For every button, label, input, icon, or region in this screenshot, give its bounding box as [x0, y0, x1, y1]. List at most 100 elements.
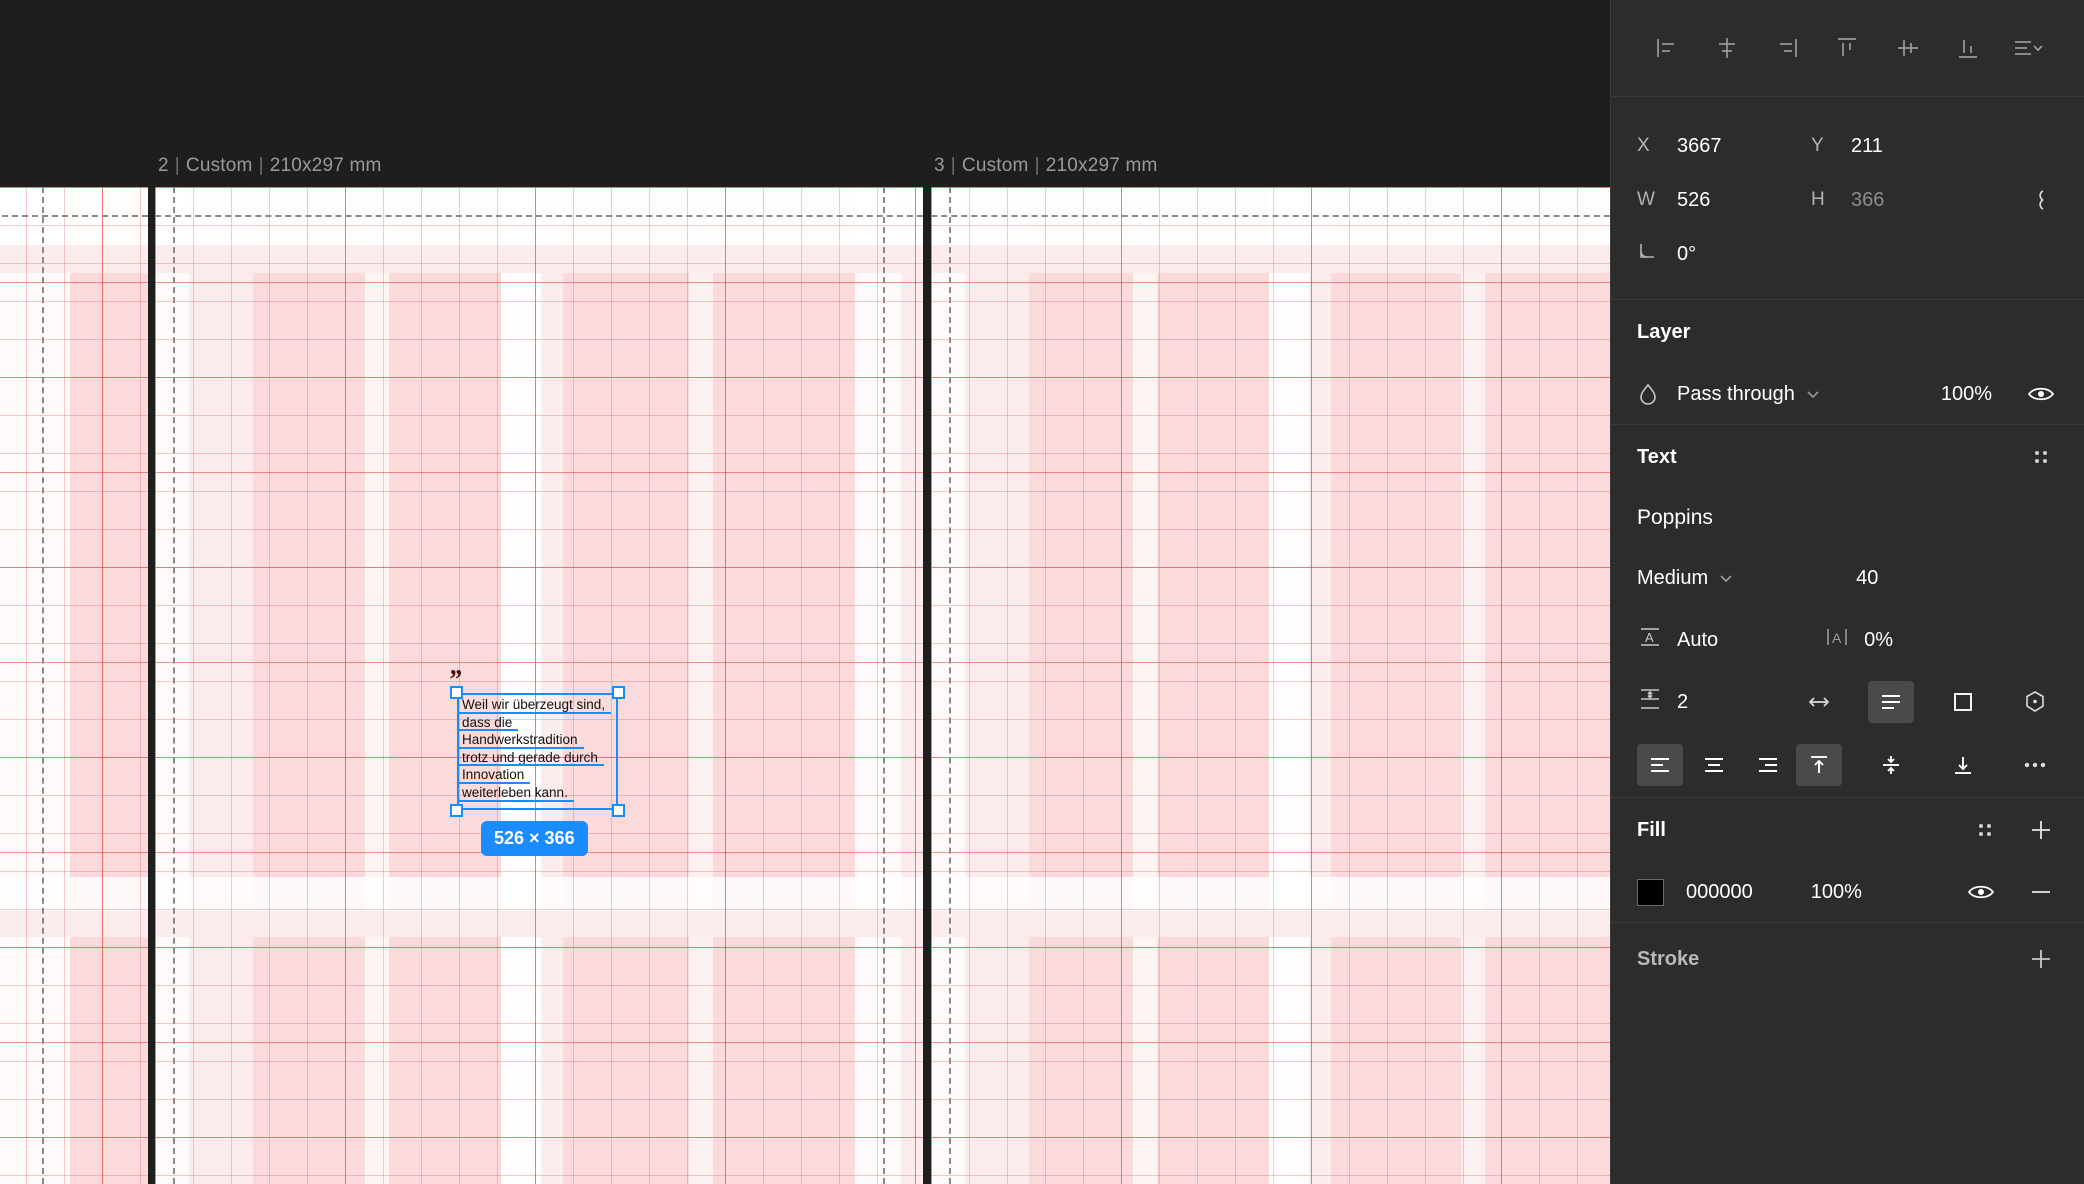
- stroke-section: Stroke: [1611, 923, 2084, 995]
- page-frame-3[interactable]: [931, 187, 1610, 1184]
- text-valign-top-icon[interactable]: [1796, 744, 1842, 786]
- add-stroke-icon[interactable]: [2024, 942, 2058, 976]
- paragraph-spacing-value: 2: [1677, 691, 1688, 714]
- line-height-field[interactable]: A Auto: [1637, 624, 1718, 656]
- add-fill-icon[interactable]: [2024, 813, 2058, 847]
- position-row: X 3667 Y 211: [1611, 119, 2084, 173]
- design-canvas[interactable]: PM EMONITORING: [0, 0, 1610, 1184]
- text-section: Text Poppins Medium: [1611, 425, 2084, 798]
- layer-header: Layer: [1611, 300, 2084, 364]
- page-label-3[interactable]: 3|Custom|210x297 mm: [934, 155, 1158, 177]
- y-field[interactable]: Y 211: [1811, 135, 1985, 158]
- fill-styles-icon[interactable]: [1968, 813, 2002, 847]
- svg-text:A: A: [1645, 630, 1654, 645]
- text-line: Weil wir überzeugt sind,: [462, 696, 605, 714]
- svg-text:A: A: [1832, 630, 1842, 646]
- chevron-down-icon[interactable]: [1718, 570, 1734, 586]
- height-field[interactable]: H 366: [1811, 189, 1985, 212]
- page-artwork: [931, 187, 1610, 1184]
- rotation-field[interactable]: 0°: [1637, 240, 1811, 268]
- align-top-icon[interactable]: [1817, 25, 1877, 71]
- page-label-2[interactable]: 2|Custom|210x297 mm: [158, 155, 382, 177]
- remove-fill-icon[interactable]: [2024, 875, 2058, 909]
- page-number: 2: [158, 155, 169, 176]
- line-height-row: A Auto A 0%: [1611, 609, 2084, 671]
- page-frame-2[interactable]: [155, 187, 923, 1184]
- resize-handle-top-left[interactable]: [450, 686, 463, 699]
- width-label: W: [1637, 189, 1677, 211]
- resize-auto-width-icon[interactable]: [1796, 681, 1842, 723]
- alignment-section: [1611, 0, 2084, 97]
- text-type-settings-icon[interactable]: [2012, 681, 2058, 723]
- align-vertical-centers-icon[interactable]: [1878, 25, 1938, 71]
- selected-text-layer[interactable]: Weil wir überzeugt sind, dass die Handwe…: [457, 693, 618, 810]
- align-horizontal-centers-icon[interactable]: [1697, 25, 1757, 71]
- alignment-toolbar: [1611, 0, 2084, 96]
- x-value: 3667: [1677, 135, 1722, 158]
- text-styles-icon[interactable]: [2024, 440, 2058, 474]
- x-field[interactable]: X 3667: [1637, 135, 1811, 158]
- line-height-icon: A: [1637, 624, 1663, 656]
- text-alignment-row: [1611, 733, 2084, 797]
- width-field[interactable]: W 526: [1637, 189, 1811, 212]
- resize-handle-bottom-right[interactable]: [612, 804, 625, 817]
- fill-color-swatch[interactable]: [1637, 879, 1664, 906]
- fill-opacity-value[interactable]: 100%: [1811, 881, 1862, 904]
- font-weight-value[interactable]: Medium: [1637, 567, 1708, 590]
- font-size-value[interactable]: 40: [1856, 567, 1878, 590]
- height-value: 366: [1851, 189, 1884, 212]
- resize-handle-bottom-left[interactable]: [450, 804, 463, 817]
- text-more-options-icon[interactable]: [2012, 744, 2058, 786]
- page-number: 3: [934, 155, 945, 176]
- paragraph-spacing-field[interactable]: 2: [1637, 686, 1688, 718]
- eye-icon[interactable]: [2024, 377, 2058, 411]
- fill-header: Fill: [1611, 798, 2084, 862]
- resize-handle-top-right[interactable]: [612, 686, 625, 699]
- text-valign-middle-icon[interactable]: [1868, 744, 1914, 786]
- letter-spacing-icon: A: [1824, 624, 1850, 656]
- eye-icon[interactable]: [1964, 875, 1998, 909]
- properties-panel: X 3667 Y 211 W 526 H 366: [1610, 0, 2084, 1184]
- blend-mode-value[interactable]: Pass through: [1677, 383, 1795, 406]
- text-valign-bottom-icon[interactable]: [1940, 744, 1986, 786]
- page-dimensions: 210x297 mm: [1046, 155, 1158, 176]
- text-content[interactable]: Weil wir überzeugt sind, dass die Handwe…: [462, 696, 637, 802]
- geometry-section: X 3667 Y 211 W 526 H 366: [1611, 97, 2084, 300]
- layer-section: Layer Pass through 100%: [1611, 300, 2084, 425]
- constrain-proportions-icon[interactable]: [2024, 183, 2058, 217]
- font-family-field[interactable]: Poppins: [1611, 489, 2084, 547]
- layer-blend-row: Pass through 100%: [1611, 364, 2084, 424]
- stroke-header: Stroke: [1611, 923, 2084, 995]
- distribute-menu-icon[interactable]: [1998, 25, 2058, 71]
- text-align-center-icon[interactable]: [1691, 744, 1737, 786]
- text-line: trotz und gerade durch: [462, 749, 598, 767]
- fill-hex-value[interactable]: 000000: [1686, 881, 1753, 904]
- align-bottom-icon[interactable]: [1938, 25, 1998, 71]
- text-line: Innovation: [462, 766, 524, 784]
- y-label: Y: [1811, 135, 1851, 157]
- page-preset: Custom: [962, 155, 1029, 176]
- text-align-left-icon[interactable]: [1637, 744, 1683, 786]
- font-weight-row: Medium 40: [1611, 547, 2084, 609]
- height-label: H: [1811, 189, 1851, 211]
- selection-size-badge: 526 × 366: [481, 821, 588, 856]
- stroke-title: Stroke: [1637, 948, 1699, 971]
- chevron-down-icon[interactable]: [1805, 386, 1821, 402]
- width-value: 526: [1677, 189, 1710, 212]
- rotation-icon: [1637, 240, 1677, 268]
- resize-auto-height-icon[interactable]: [1868, 681, 1914, 723]
- text-line: Handwerkstradition: [462, 731, 578, 749]
- page-frame-1[interactable]: PM EMONITORING: [0, 187, 148, 1184]
- fill-section: Fill: [1611, 798, 2084, 923]
- align-right-icon[interactable]: [1757, 25, 1817, 71]
- resize-fixed-icon[interactable]: [1940, 681, 1986, 723]
- text-header: Text: [1611, 425, 2084, 489]
- page-dimensions: 210x297 mm: [270, 155, 382, 176]
- text-align-right-icon[interactable]: [1745, 744, 1791, 786]
- letter-spacing-field[interactable]: A 0%: [1824, 624, 1893, 656]
- rotation-row: 0°: [1611, 227, 2084, 281]
- fill-title: Fill: [1637, 819, 1666, 842]
- layer-opacity-value[interactable]: 100%: [1941, 383, 1992, 406]
- align-left-icon[interactable]: [1637, 25, 1697, 71]
- font-family-value: Poppins: [1637, 506, 1713, 530]
